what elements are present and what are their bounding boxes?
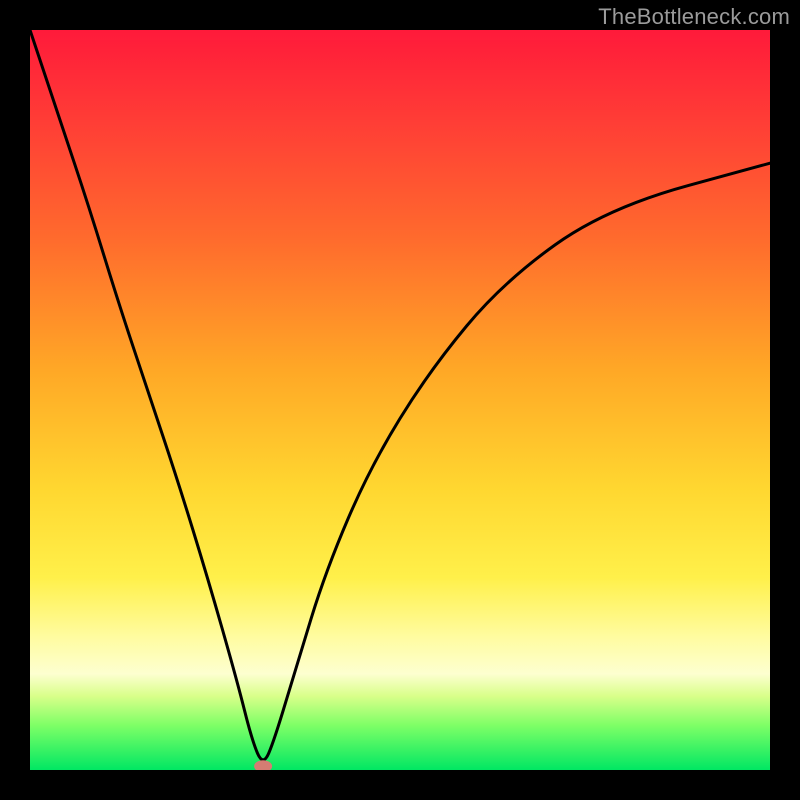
optimal-marker bbox=[254, 760, 272, 770]
chart-frame: TheBottleneck.com bbox=[0, 0, 800, 800]
plot-area bbox=[30, 30, 770, 770]
bottleneck-curve bbox=[30, 30, 770, 760]
watermark-text: TheBottleneck.com bbox=[598, 4, 790, 30]
curve-layer bbox=[30, 30, 770, 770]
